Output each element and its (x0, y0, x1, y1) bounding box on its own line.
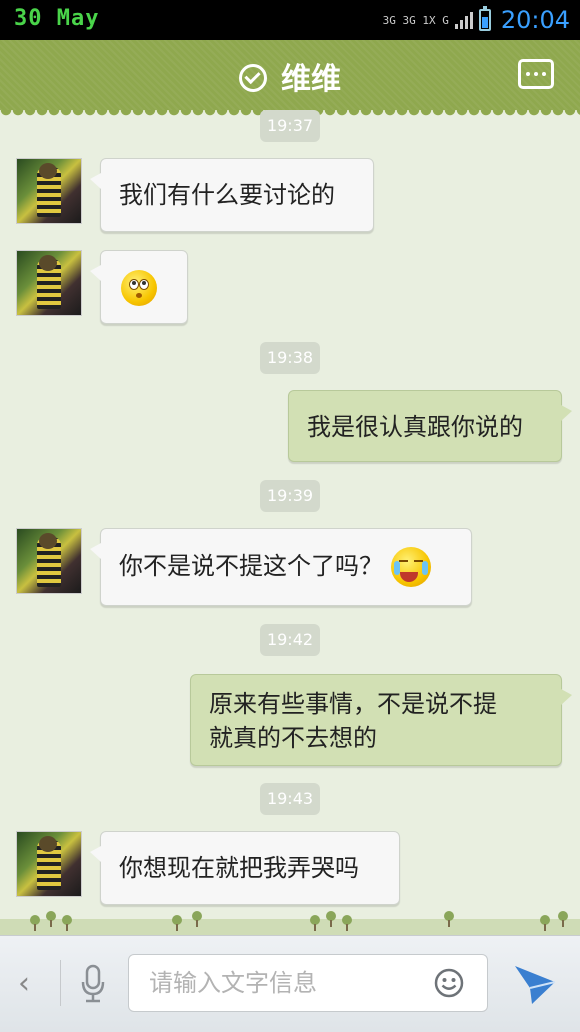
incoming-message-bubble[interactable]: 我们有什么要讨论的 (90, 158, 374, 232)
status-bar: 30 May 3G 3G 1X G 20:04 (0, 0, 580, 40)
timestamp-badge: 19:39 (260, 480, 320, 512)
send-icon[interactable] (512, 962, 558, 1006)
contact-avatar[interactable] (16, 250, 82, 316)
verified-check-icon (239, 63, 267, 92)
contact-name: 维维 (281, 62, 341, 97)
contact-avatar[interactable] (16, 831, 82, 897)
confused-face-emoji (121, 270, 157, 306)
outgoing-message-bubble[interactable]: 原来有些事情，不是说不提 就真的不去想的 (190, 674, 572, 766)
divider (60, 960, 61, 1006)
contact-avatar[interactable] (16, 528, 82, 594)
incoming-message-bubble[interactable]: 你想现在就把我弄哭吗 (90, 831, 400, 905)
message-text-line: 就真的不去想的 (209, 724, 377, 752)
crying-laughing-emoji (390, 547, 431, 587)
smiley-icon[interactable] (434, 968, 464, 998)
chat-title-container: 维维 (0, 54, 580, 98)
message-text-line: 原来有些事情，不是说不提 (209, 690, 497, 718)
network-type-indicator: 3G 3G 1X G (382, 13, 449, 27)
incoming-emoji-bubble[interactable] (90, 250, 188, 324)
timestamp-badge: 19:43 (260, 783, 320, 815)
incoming-message-bubble[interactable]: 你不是说不提这个了吗？ (90, 528, 472, 606)
outgoing-message-bubble[interactable]: 我是很认真跟你说的 (288, 390, 572, 462)
timestamp-badge: 19:42 (260, 624, 320, 656)
chat-header: 维维 (0, 40, 580, 116)
signal-icon (454, 11, 473, 29)
status-time: 20:04 (500, 6, 570, 34)
message-text: 你不是说不提这个了吗？ (119, 552, 383, 580)
status-date: 30 May (14, 6, 100, 31)
battery-icon (478, 6, 491, 31)
more-options-button[interactable] (518, 59, 554, 89)
contact-avatar[interactable] (16, 158, 82, 224)
microphone-icon[interactable] (80, 964, 106, 1004)
timestamp-badge: 19:37 (260, 110, 320, 142)
status-icons: 3G 3G 1X G 20:04 (383, 4, 570, 36)
message-list[interactable]: 19:37 我们有什么要讨论的 19:38 我是很认真跟你说的 19:39 你不… (0, 110, 580, 935)
decorative-scenery (0, 895, 580, 935)
message-input-bar: ‹ (0, 935, 580, 1032)
chevron-left-icon[interactable]: ‹ (18, 966, 30, 1001)
more-dots-icon (526, 72, 530, 76)
timestamp-badge: 19:38 (260, 342, 320, 374)
